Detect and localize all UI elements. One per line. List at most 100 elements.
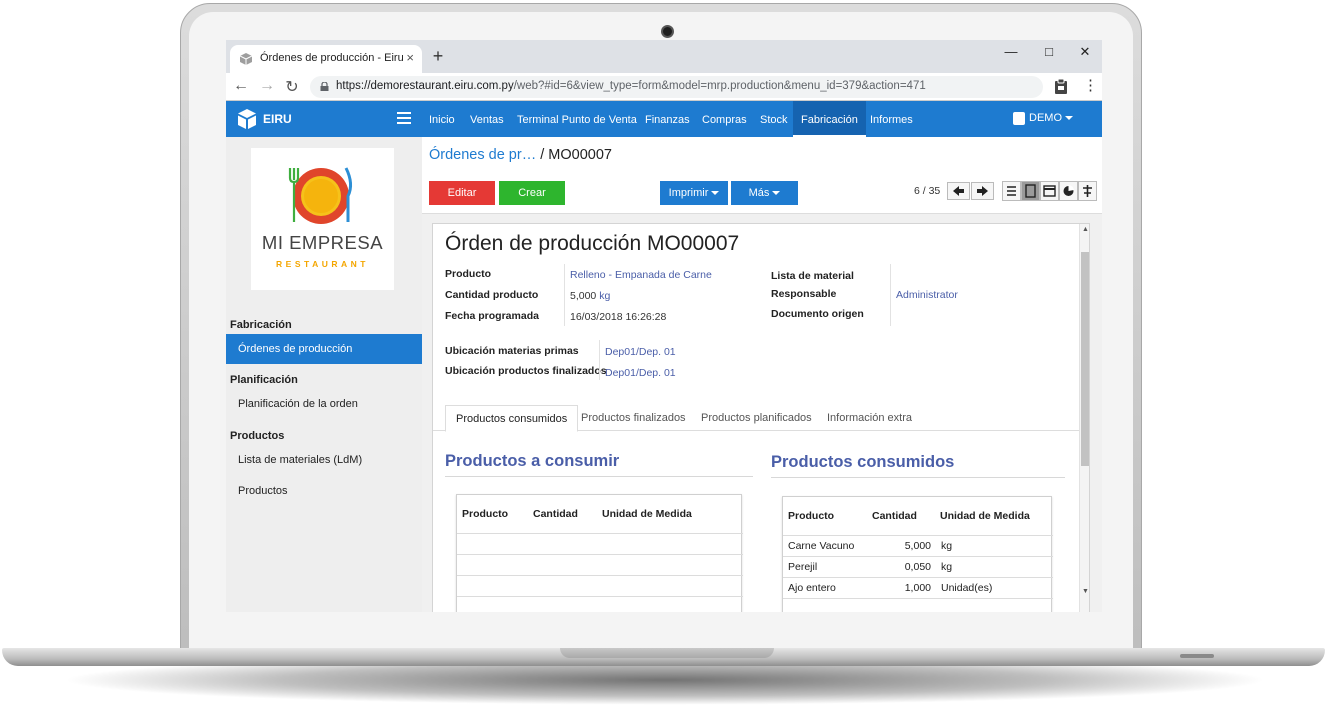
- cell-producto: Ajo entero: [788, 582, 836, 594]
- tab-informacion-extra[interactable]: Información extra: [817, 405, 922, 431]
- logo-subtitle: RESTAURANT: [276, 259, 369, 269]
- section-title-a-consumir: Productos a consumir: [445, 452, 620, 470]
- table-row: [457, 554, 743, 575]
- create-button[interactable]: Crear: [499, 181, 565, 205]
- hamburger-menu-icon[interactable]: [397, 112, 411, 124]
- minimize-icon[interactable]: —: [1000, 44, 1022, 59]
- address-bar[interactable]: https://demorestaurant.eiru.com.py/web?#…: [310, 76, 1043, 98]
- scrollbar-thumb[interactable]: [1081, 252, 1089, 466]
- plate-logo-icon: [288, 167, 353, 224]
- cell-cantidad: 5,000: [904, 540, 931, 552]
- menu-stock[interactable]: Stock: [752, 101, 796, 137]
- responsable-label: Responsable: [771, 288, 837, 300]
- caret-down-icon: [772, 191, 781, 196]
- list-view-button[interactable]: [1002, 181, 1021, 201]
- cell-cantidad: 0,050: [904, 561, 931, 573]
- eiru-logo-icon[interactable]: [236, 108, 258, 130]
- field-separator: [890, 264, 891, 326]
- form-view-button[interactable]: [1021, 181, 1040, 201]
- laptop-indicator: [1180, 654, 1214, 658]
- ubicacion-pf-label: Ubicación productos finalizados: [445, 365, 607, 377]
- browser-menu-icon[interactable]: ⋮: [1083, 76, 1098, 94]
- producto-label: Producto: [445, 268, 492, 280]
- scroll-up-icon[interactable]: ▲: [1080, 226, 1089, 233]
- more-button[interactable]: Más: [731, 181, 798, 205]
- menu-compras[interactable]: Compras: [694, 101, 755, 137]
- arrow-left-icon: [953, 186, 964, 196]
- screen: Órdenes de producción - Eiru × + — □ ✕ ←…: [226, 40, 1102, 612]
- producto-value[interactable]: Relleno - Empanada de Carne: [570, 269, 712, 281]
- browser-tab-strip: Órdenes de producción - Eiru × + — □ ✕: [226, 40, 1102, 73]
- back-arrow-icon[interactable]: ←: [232, 77, 250, 95]
- table-row: [783, 598, 1053, 612]
- cell-uom: Unidad(es): [941, 582, 993, 594]
- tab-productos-planificados[interactable]: Productos planificados: [691, 405, 822, 431]
- column-header: Cantidad: [872, 510, 917, 522]
- user-menu[interactable]: DEMO: [1013, 112, 1073, 125]
- browser-tab[interactable]: Órdenes de producción - Eiru ×: [230, 45, 422, 73]
- sidebar: MI EMPRESA RESTAURANT Fabricación Órdene…: [226, 137, 422, 612]
- gantt-view-icon: [1083, 185, 1092, 197]
- breadcrumb: Órdenes de pr… / MO00007: [429, 147, 612, 163]
- maximize-icon[interactable]: □: [1038, 44, 1060, 59]
- arrow-right-icon: [977, 186, 988, 196]
- cell-cantidad: 1,000: [904, 582, 931, 594]
- list-view-icon: [1007, 186, 1016, 196]
- tab-productos-consumidos[interactable]: Productos consumidos: [445, 405, 579, 432]
- top-navbar: EIRU Inicio Ventas Terminal Punto de Ven…: [226, 101, 1102, 137]
- print-button[interactable]: Imprimir: [660, 181, 728, 205]
- cell-uom: kg: [941, 540, 953, 552]
- breadcrumb-link[interactable]: Órdenes de pr…: [429, 147, 536, 163]
- tab-close-icon[interactable]: ×: [406, 50, 414, 65]
- responsable-value[interactable]: Administrator: [896, 289, 958, 301]
- sidebar-item-ordenes[interactable]: Órdenes de producción: [226, 334, 422, 364]
- edit-button[interactable]: Editar: [429, 181, 495, 205]
- caret-down-icon: [1065, 116, 1073, 121]
- gantt-view-button[interactable]: [1078, 181, 1097, 201]
- menu-ventas[interactable]: Ventas: [462, 101, 512, 137]
- sidebar-section-fabricacion: Fabricación: [230, 319, 292, 331]
- tab-productos-finalizados[interactable]: Productos finalizados: [571, 405, 696, 431]
- forward-arrow-icon[interactable]: →: [258, 77, 276, 95]
- ubicacion-pf-value[interactable]: Dep01/Dep. 01: [605, 367, 676, 379]
- pager-next-button[interactable]: [971, 182, 994, 200]
- breadcrumb-separator: /: [540, 147, 545, 163]
- to-consume-table: Producto Cantidad Unidad de Medida: [456, 494, 743, 612]
- scrollbar[interactable]: ▲ ▼: [1079, 224, 1089, 612]
- calendar-view-icon: [1043, 185, 1056, 197]
- caret-down-icon: [711, 191, 720, 196]
- pager-previous-button[interactable]: [947, 182, 970, 200]
- reload-icon[interactable]: ↻: [283, 77, 301, 97]
- new-tab-button[interactable]: +: [428, 46, 448, 67]
- company-logo: MI EMPRESA RESTAURANT: [251, 148, 394, 290]
- graph-view-button[interactable]: [1059, 181, 1078, 201]
- table-row: [457, 533, 743, 554]
- table-row[interactable]: Perejil 0,050 kg: [783, 556, 1053, 577]
- column-header: Cantidad: [533, 508, 578, 520]
- calendar-view-button[interactable]: [1040, 181, 1059, 201]
- breadcrumb-current: MO00007: [548, 147, 612, 163]
- cell-producto: Perejil: [788, 561, 818, 573]
- url-text: https://demorestaurant.eiru.com.py/web?#…: [336, 80, 926, 92]
- table-row: [457, 575, 743, 596]
- scroll-down-icon[interactable]: ▼: [1080, 588, 1089, 595]
- browser-toolbar: ← → ↻ https://demorestaurant.eiru.com.py…: [226, 73, 1102, 101]
- sidebar-item-ldm[interactable]: Lista de materiales (LdM): [226, 445, 422, 475]
- table-row[interactable]: Ajo entero 1,000 Unidad(es): [783, 577, 1053, 598]
- sidebar-item-productos[interactable]: Productos: [226, 476, 422, 506]
- ubicacion-mp-value[interactable]: Dep01/Dep. 01: [605, 346, 676, 358]
- menu-fabricacion[interactable]: Fabricación: [793, 101, 866, 137]
- menu-informes[interactable]: Informes: [862, 101, 921, 137]
- consumed-table: Producto Cantidad Unidad de Medida Carne…: [782, 496, 1053, 612]
- section-divider: [771, 477, 1065, 478]
- clipboard-extension-icon[interactable]: [1054, 79, 1068, 95]
- menu-finanzas[interactable]: Finanzas: [637, 101, 698, 137]
- menu-terminal-pos[interactable]: Terminal Punto de Venta: [509, 101, 645, 137]
- form-sheet-background: Órden de producción MO00007 Producto Rel…: [422, 213, 1102, 612]
- close-window-icon[interactable]: ✕: [1074, 44, 1096, 60]
- pager-value[interactable]: 6 / 35: [914, 185, 940, 197]
- sidebar-section-productos: Productos: [230, 430, 285, 442]
- menu-inicio[interactable]: Inicio: [421, 101, 463, 137]
- table-row[interactable]: Carne Vacuno 5,000 kg: [783, 535, 1053, 556]
- sidebar-item-planificacion-orden[interactable]: Planificación de la orden: [226, 389, 422, 419]
